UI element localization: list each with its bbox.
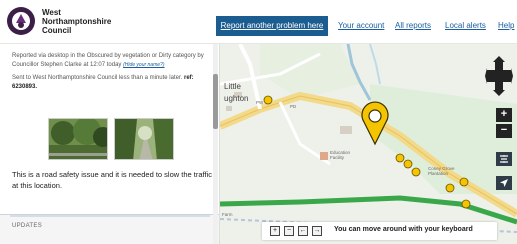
report-map[interactable]: Little ughton PW PD Education Facility C… [220, 44, 517, 244]
updates-section: UPDATES [0, 214, 219, 244]
nav-local-alerts[interactable]: Local alerts [445, 21, 486, 30]
nav-your-account[interactable]: Your account [338, 21, 384, 30]
nav-all-reports[interactable]: All reports [395, 21, 431, 30]
keyboard-hint-text: You can move around with your keyboard [334, 226, 473, 233]
logo-line-3: Council [42, 26, 72, 35]
logo-line-2: Northamptonshire [42, 17, 112, 26]
updates-heading: UPDATES [12, 223, 42, 229]
key-minus[interactable]: − [284, 226, 294, 236]
report-photo-2[interactable] [114, 118, 174, 160]
council-name: West Northamptonshire Council [42, 8, 111, 35]
plantation-label: Coney Grove Plantation [428, 166, 455, 176]
nav-help[interactable]: Help [498, 21, 514, 30]
map-canvas [220, 44, 517, 244]
key-plus[interactable]: + [270, 226, 280, 236]
zoom-out-button[interactable]: − [496, 124, 512, 138]
sent-text: Sent to West Northamptonshire Council le… [12, 75, 183, 81]
keyboard-hint-panel: + − ← → You can move around with your ke… [262, 222, 497, 240]
report-sidebar: Reported via desktop in the Obscured by … [0, 44, 220, 244]
layers-icon [500, 155, 508, 163]
map-pin-small[interactable] [263, 95, 273, 105]
council-crest-icon [7, 7, 35, 35]
location-arrow-icon [500, 179, 508, 187]
place-label-little: Little [224, 82, 241, 91]
farm-label: Farm [222, 212, 233, 217]
pd-label: PD [290, 104, 297, 109]
pw-label: PW [256, 100, 264, 105]
report-meta-text: Reported via desktop in the Obscured by … [12, 53, 204, 68]
sidebar-scrollbar-thumb[interactable] [213, 74, 218, 129]
hide-name-link[interactable]: (Hide your name?) [123, 62, 164, 68]
sent-info: Sent to West Northamptonshire Council le… [12, 74, 212, 92]
report-another-problem-button[interactable]: Report another problem here [216, 16, 328, 36]
logo-line-1: West [42, 8, 61, 17]
site-header: West Northamptonshire Council Report ano… [0, 0, 517, 44]
layers-button[interactable] [496, 152, 512, 166]
zoom-in-button[interactable]: + [496, 108, 512, 122]
report-description: This is a road safety issue and it is ne… [12, 170, 212, 190]
council-logo[interactable]: West Northamptonshire Council [6, 6, 206, 38]
key-left[interactable]: ← [298, 226, 308, 236]
key-right[interactable]: → [312, 226, 322, 236]
report-photos [48, 118, 178, 160]
geolocate-button[interactable] [496, 176, 512, 190]
pan-control-icon[interactable] [485, 56, 513, 96]
report-photo-1[interactable] [48, 118, 108, 160]
education-facility-label: Education Facility [330, 150, 351, 160]
updates-divider [10, 215, 210, 217]
place-label-ughton: ughton [224, 94, 249, 103]
report-meta: Reported via desktop in the Obscured by … [12, 52, 212, 70]
